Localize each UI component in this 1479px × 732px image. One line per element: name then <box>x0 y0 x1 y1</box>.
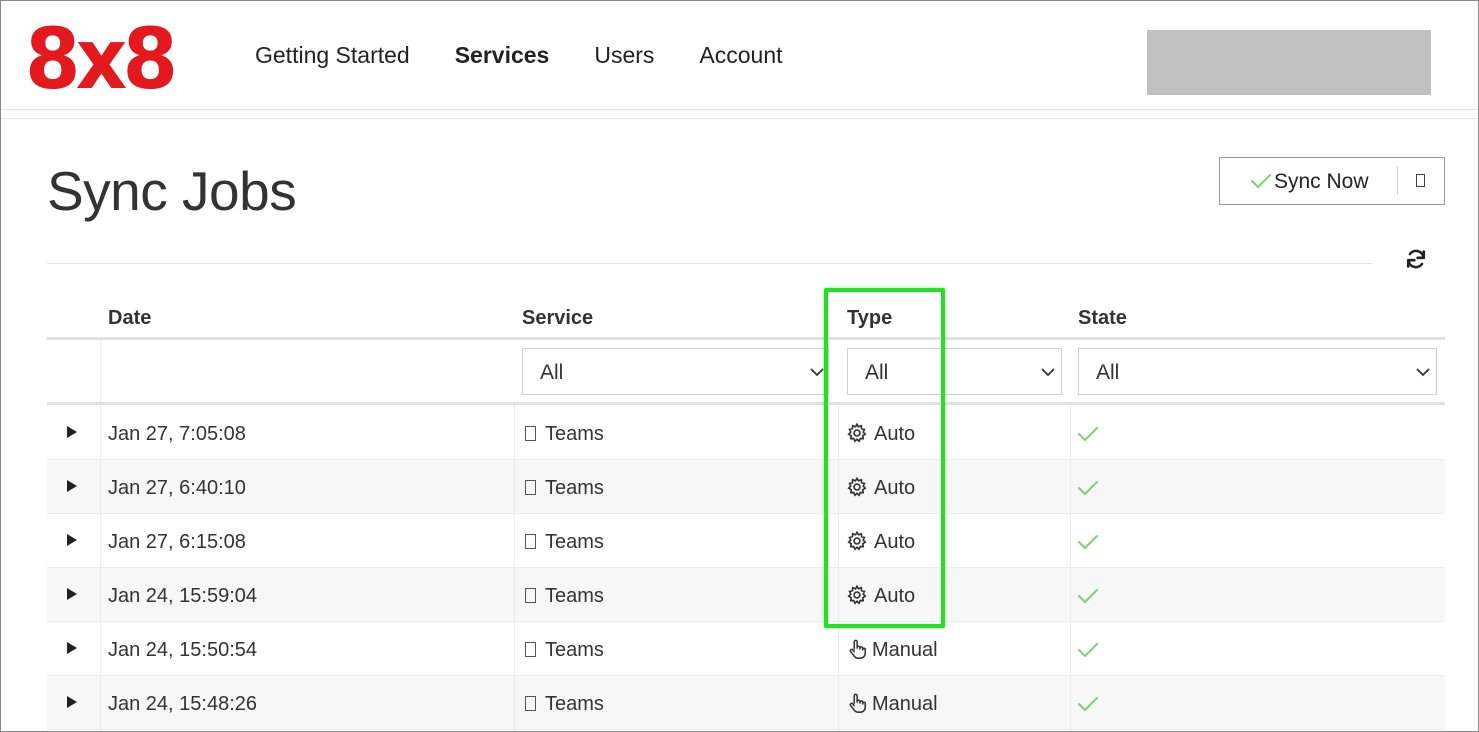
sync-now-label: Sync Now <box>1274 170 1369 193</box>
sync-now-button[interactable]: Sync Now <box>1219 157 1445 205</box>
check-icon <box>1077 534 1099 550</box>
row-service-label: Teams <box>545 585 604 607</box>
teams-icon <box>525 696 536 711</box>
column-divider <box>100 405 101 731</box>
row-type: Auto <box>874 477 916 499</box>
column-divider <box>100 340 101 402</box>
check-icon <box>1077 588 1099 604</box>
column-divider <box>1070 405 1071 731</box>
row-service: Teams <box>525 530 604 554</box>
check-icon <box>1077 696 1099 712</box>
service-filter-value: All <box>540 361 564 384</box>
nav-getting-started[interactable]: Getting Started <box>255 41 410 69</box>
filter-row-rule <box>47 402 1445 405</box>
page-title: Sync Jobs <box>47 160 297 222</box>
type-filter-value: All <box>865 361 889 384</box>
row-type: Auto <box>874 585 916 607</box>
row-service: Teams <box>525 638 604 662</box>
chevron-down-icon <box>810 368 824 377</box>
row-service: Teams <box>525 692 604 716</box>
app-window: 8x8 Getting Started Services Users Accou… <box>0 0 1479 732</box>
table-row[interactable]: Jan 24, 15:50:54 Teams Manual <box>47 622 1445 676</box>
brand-logo[interactable]: 8x8 <box>25 13 187 105</box>
column-header-service[interactable]: Service <box>522 306 593 330</box>
teams-icon <box>525 480 536 495</box>
state-filter-select[interactable]: All <box>1078 348 1437 395</box>
hand-pointer-icon <box>849 693 867 713</box>
column-header-date[interactable]: Date <box>108 306 151 330</box>
header-rule <box>47 337 1445 340</box>
row-type: Manual <box>872 639 938 661</box>
check-icon <box>1077 642 1099 658</box>
row-date: Jan 27, 6:15:08 <box>108 531 246 553</box>
gear-icon <box>847 422 867 443</box>
column-divider <box>514 405 515 731</box>
row-service-label: Teams <box>545 531 604 553</box>
check-icon <box>1077 426 1099 442</box>
expand-row-icon[interactable] <box>67 696 77 708</box>
table-row[interactable]: Jan 24, 15:48:26 Teams Manual <box>47 676 1445 730</box>
teams-icon <box>525 534 536 549</box>
table-row[interactable]: Jan 24, 15:59:04 Teams Auto <box>47 568 1445 622</box>
type-filter-select[interactable]: All <box>847 348 1062 395</box>
teams-icon <box>525 642 536 657</box>
expand-row-icon[interactable] <box>67 642 77 654</box>
nav-account[interactable]: Account <box>699 41 782 69</box>
top-header: 8x8 Getting Started Services Users Accou… <box>1 1 1478 110</box>
gear-icon <box>847 584 867 605</box>
user-account-placeholder[interactable] <box>1147 30 1431 95</box>
row-date: Jan 27, 6:40:10 <box>108 477 246 499</box>
row-type: Auto <box>874 423 916 445</box>
row-service-label: Teams <box>545 423 604 445</box>
row-service: Teams <box>525 584 604 608</box>
gear-icon <box>847 530 867 551</box>
button-separator <box>1397 167 1398 195</box>
teams-icon <box>525 426 536 441</box>
row-type: Auto <box>874 531 916 553</box>
expand-row-icon[interactable] <box>67 588 77 600</box>
expand-row-icon[interactable] <box>67 426 77 438</box>
gear-icon <box>847 476 867 497</box>
expand-row-icon[interactable] <box>67 534 77 546</box>
main-nav: Getting Started Services Users Account <box>255 41 828 69</box>
state-filter-value: All <box>1096 361 1120 384</box>
row-date: Jan 27, 7:05:08 <box>108 423 246 445</box>
table-row[interactable]: Jan 27, 7:05:08 Teams Auto <box>47 406 1445 460</box>
dropdown-toggle-icon[interactable] <box>1416 174 1425 187</box>
column-divider <box>838 405 839 731</box>
nav-services[interactable]: Services <box>455 41 550 69</box>
chevron-down-icon <box>1416 368 1430 377</box>
expand-row-icon[interactable] <box>67 480 77 492</box>
check-icon <box>1250 173 1272 189</box>
logo-text: 8x8 <box>25 10 178 108</box>
header-divider <box>1 118 1478 119</box>
table-row[interactable]: Jan 27, 6:15:08 Teams Auto <box>47 514 1445 568</box>
hand-pointer-icon <box>849 639 867 659</box>
row-date: Jan 24, 15:50:54 <box>108 639 258 661</box>
row-date: Jan 24, 15:48:26 <box>108 693 258 715</box>
table-row[interactable]: Jan 27, 6:40:10 Teams Auto <box>47 460 1445 514</box>
row-service-label: Teams <box>545 639 604 661</box>
check-icon <box>1077 480 1099 496</box>
service-filter-select[interactable]: All <box>522 348 829 395</box>
column-header-state[interactable]: State <box>1078 306 1127 330</box>
title-divider <box>47 263 1373 264</box>
row-date: Jan 24, 15:59:04 <box>108 585 258 607</box>
row-service: Teams <box>525 422 604 446</box>
row-service: Teams <box>525 476 604 500</box>
column-header-type[interactable]: Type <box>847 306 892 330</box>
teams-icon <box>525 588 536 603</box>
nav-users[interactable]: Users <box>594 41 654 69</box>
row-type: Manual <box>872 693 938 715</box>
row-service-label: Teams <box>545 693 604 715</box>
row-service-label: Teams <box>545 477 604 499</box>
chevron-down-icon <box>1041 368 1055 377</box>
refresh-icon[interactable] <box>1404 247 1428 271</box>
